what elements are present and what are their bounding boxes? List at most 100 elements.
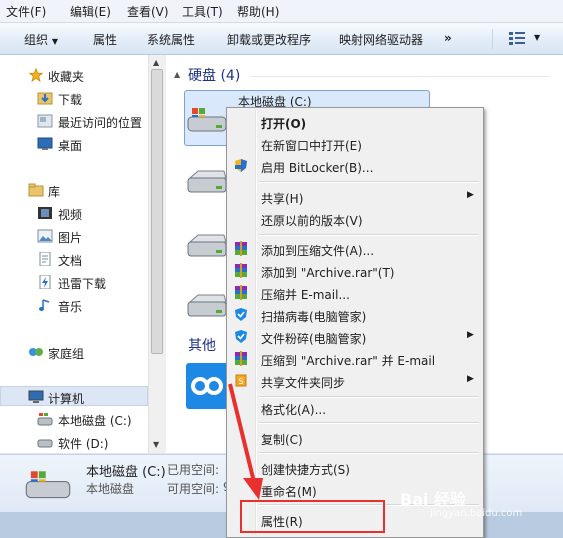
menu-item-shred[interactable]: 文件粉碎(电脑管家) ▶	[229, 326, 481, 348]
menu-item-compress-email[interactable]: 压缩并 E-mail...	[229, 282, 481, 304]
submenu-arrow-icon: ▶	[467, 374, 474, 384]
scroll-down-icon[interactable]: ▼	[153, 440, 159, 449]
thunder-download-icon	[39, 275, 51, 289]
properties-button[interactable]: 属性	[93, 31, 117, 48]
menu-bar: 文件(F) 编辑(E) 查看(V) 工具(T) 帮助(H)	[0, 0, 563, 23]
chevron-down-icon: ▼	[51, 37, 58, 46]
baidu-watermark-url: jingyan.baidu.com	[430, 508, 523, 519]
app-tile[interactable]	[186, 363, 228, 409]
details-used-label: 已用空间:	[167, 463, 220, 477]
drive-icon	[37, 439, 53, 448]
group-header-other[interactable]: 其他	[188, 335, 216, 355]
baidu-watermark: Bai 经验	[400, 490, 467, 509]
navigation-pane: 收藏夹 下载 最近访问的位置 桌面 库 视频 图片 文档 迅雷下载 音乐 家庭组	[0, 55, 165, 453]
menu-item-format[interactable]: 格式化(A)...	[229, 397, 481, 419]
toolbar-divider	[492, 29, 493, 49]
menu-view[interactable]: 查看(V)	[127, 3, 169, 20]
recent-places-icon	[37, 114, 53, 128]
nav-libraries[interactable]: 库	[0, 180, 148, 200]
more-commands-button[interactable]: »	[444, 31, 452, 45]
view-options-icon[interactable]	[508, 31, 528, 48]
star-icon	[28, 68, 44, 82]
menu-tools[interactable]: 工具(T)	[182, 3, 223, 20]
menu-item-compress-rar-email[interactable]: 压缩到 "Archive.rar" 并 E-mail	[229, 348, 481, 370]
menu-help[interactable]: 帮助(H)	[237, 3, 279, 20]
menu-item-add-archive-rar[interactable]: 添加到 "Archive.rar"(T)	[229, 260, 481, 282]
windows-drive-icon	[25, 471, 71, 499]
system-properties-button[interactable]: 系统属性	[147, 31, 195, 48]
menu-item-share[interactable]: 共享(H) ▶	[229, 186, 481, 208]
organize-button[interactable]: 组织 ▼	[24, 31, 58, 48]
uac-shield-icon	[235, 159, 247, 172]
menu-item-add-archive[interactable]: 添加到压缩文件(A)...	[229, 238, 481, 260]
menu-item-scan-virus[interactable]: 扫描病毒(电脑管家)	[229, 304, 481, 326]
nav-desktop[interactable]: 桌面	[0, 134, 148, 154]
picture-icon	[37, 229, 53, 243]
nav-favorites[interactable]: 收藏夹	[0, 65, 148, 85]
nav-pictures[interactable]: 图片	[0, 226, 148, 246]
map-drive-button[interactable]: 映射网络驱动器	[339, 31, 423, 48]
sync-folder-icon: S	[235, 374, 247, 387]
nav-scrollbar[interactable]: ▲ ▼	[148, 55, 166, 453]
details-free-label: 可用空间:	[167, 482, 220, 496]
nav-soft-d[interactable]: 软件 (D:)	[0, 432, 148, 452]
music-note-icon	[39, 299, 50, 311]
menu-item-restore-versions[interactable]: 还原以前的版本(V)	[229, 208, 481, 230]
infinity-app-icon	[191, 377, 223, 395]
menu-separator	[259, 452, 479, 454]
group-divider	[250, 76, 550, 77]
winrar-icon	[235, 241, 247, 256]
collapse-arrow-icon[interactable]: ▲	[174, 70, 180, 79]
download-folder-icon	[37, 92, 53, 105]
menu-item-copy[interactable]: 复制(C)	[229, 427, 481, 449]
nav-downloads[interactable]: 下载	[0, 88, 148, 108]
view-dropdown-icon[interactable]: ▼	[534, 33, 540, 42]
menu-separator	[259, 234, 479, 236]
video-icon	[38, 207, 52, 219]
drive-icon[interactable]	[186, 168, 228, 194]
document-icon	[39, 252, 51, 266]
drive-icon[interactable]	[186, 292, 228, 318]
menu-edit[interactable]: 编辑(E)	[70, 3, 111, 20]
group-header-hdd[interactable]: 硬盘 (4)	[188, 65, 240, 85]
menu-file[interactable]: 文件(F)	[6, 3, 46, 20]
menu-item-open[interactable]: 打开(O)	[229, 111, 481, 133]
menu-item-bitlocker[interactable]: 启用 BitLocker(B)...	[229, 155, 481, 177]
details-type: 本地磁盘	[86, 482, 135, 496]
menu-separator	[259, 422, 479, 424]
context-menu: 打开(O) 在新窗口中打开(E) 启用 BitLocker(B)... 共享(H…	[226, 107, 484, 538]
computer-icon	[28, 390, 44, 403]
winrar-icon	[235, 263, 247, 278]
desktop-icon	[37, 137, 53, 150]
nav-homegroup[interactable]: 家庭组	[0, 342, 148, 362]
uninstall-button[interactable]: 卸载或更改程序	[227, 31, 311, 48]
menu-item-open-new-window[interactable]: 在新窗口中打开(E)	[229, 133, 481, 155]
winrar-icon	[235, 351, 247, 366]
nav-computer[interactable]: 计算机	[0, 386, 148, 406]
command-bar: 组织 ▼ 属性 系统属性 卸载或更改程序 映射网络驱动器 » ▼	[0, 23, 563, 55]
scroll-thumb[interactable]	[151, 69, 163, 354]
nav-documents[interactable]: 文档	[0, 249, 148, 269]
nav-videos[interactable]: 视频	[0, 203, 148, 223]
windows-drive-icon	[187, 108, 227, 132]
nav-local-c[interactable]: 本地磁盘 (C:)	[0, 409, 148, 429]
nav-recent[interactable]: 最近访问的位置	[0, 111, 148, 131]
guard-shield-icon	[235, 330, 247, 343]
drive-icon[interactable]	[186, 232, 228, 258]
guard-shield-icon	[235, 308, 247, 321]
scroll-up-icon[interactable]: ▲	[153, 58, 159, 67]
homegroup-icon	[29, 348, 43, 356]
nav-thunder[interactable]: 迅雷下载	[0, 272, 148, 292]
annotation-highlight-box	[240, 500, 385, 533]
menu-separator	[259, 181, 479, 183]
submenu-arrow-icon: ▶	[467, 330, 474, 340]
windows-drive-icon	[37, 413, 53, 426]
winrar-icon	[235, 285, 247, 300]
svg-text:S: S	[239, 377, 244, 386]
nav-music[interactable]: 音乐	[0, 295, 148, 315]
menu-item-create-shortcut[interactable]: 创建快捷方式(S)	[229, 457, 481, 479]
library-icon	[28, 183, 44, 197]
submenu-arrow-icon: ▶	[467, 190, 474, 200]
details-name: 本地磁盘 (C:)	[86, 465, 166, 480]
menu-item-sync-folder[interactable]: S 共享文件夹同步 ▶	[229, 370, 481, 392]
